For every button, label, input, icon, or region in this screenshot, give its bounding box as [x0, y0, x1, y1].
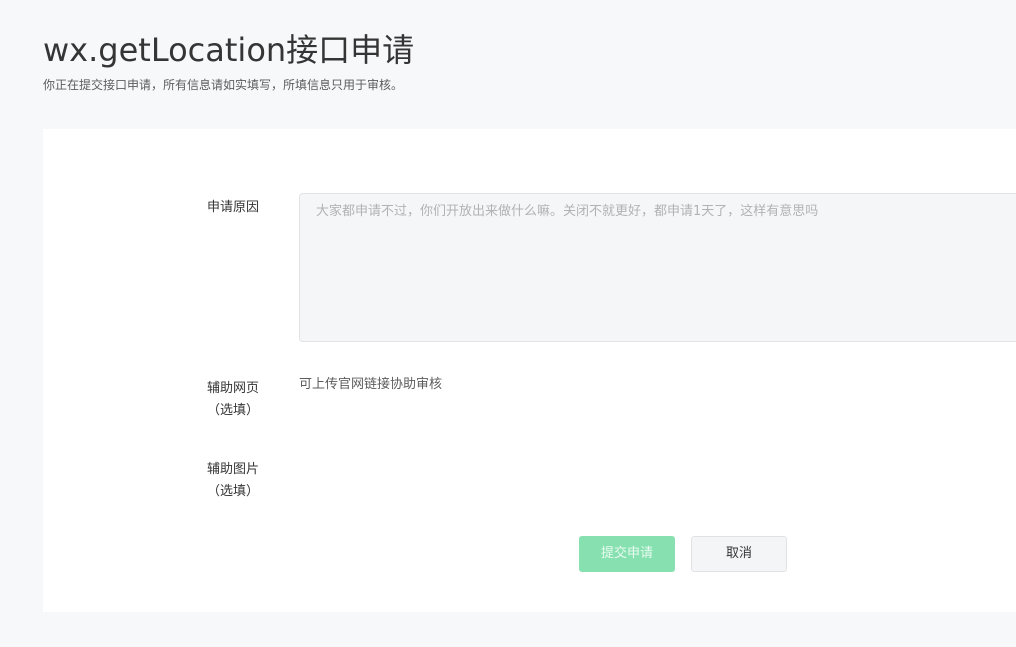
reason-placeholder: 大家都申请不过，你们开放出来做什么嘛。关闭不就更好，都申请1天了，这样有意思吗: [316, 204, 819, 219]
reason-label-text: 申请原因: [206, 200, 259, 215]
page-title: wx.getLocation接口申请: [43, 31, 415, 69]
page-description: 你正在提交接口申请，所有信息请如实填写，所填信息只用于审核。: [43, 78, 404, 92]
web-link-hint[interactable]: 可上传官网链接协助审核: [299, 376, 442, 394]
reason-textarea[interactable]: 大家都申请不过，你们开放出来做什么嘛。关闭不就更好，都申请1天了，这样有意思吗: [299, 193, 1016, 342]
web-optional-text: （选填）: [206, 403, 259, 418]
application-form-card: 申请原因 大家都申请不过，你们开放出来做什么嘛。关闭不就更好，都申请1天了，这样…: [43, 129, 1016, 612]
web-label-text: 辅助网页: [206, 381, 259, 396]
image-optional-text: （选填）: [206, 484, 259, 499]
reason-label: 申请原因: [129, 197, 259, 219]
image-label: 辅助图片 （选填）: [129, 459, 259, 503]
image-label-text: 辅助图片: [206, 462, 259, 477]
submit-button[interactable]: 提交申请: [579, 536, 675, 572]
cancel-button[interactable]: 取消: [691, 536, 787, 572]
web-label: 辅助网页 （选填）: [129, 378, 259, 422]
